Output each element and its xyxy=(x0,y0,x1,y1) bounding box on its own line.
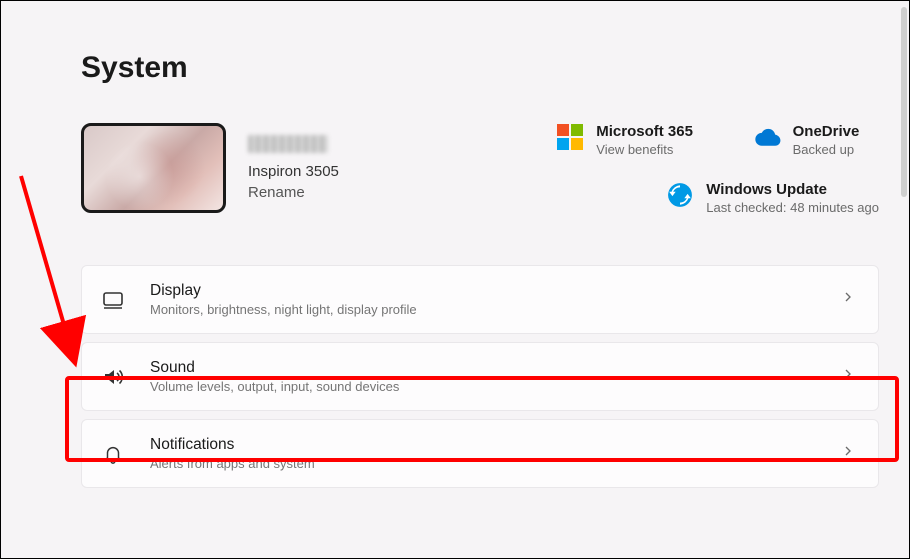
card-title: Sound xyxy=(150,359,816,377)
page-title: System xyxy=(81,51,879,85)
settings-list: Display Monitors, brightness, night ligh… xyxy=(81,265,879,488)
notifications-icon xyxy=(100,441,126,467)
tile-windows-update[interactable]: Windows Update Last checked: 48 minutes … xyxy=(666,181,879,215)
device-thumbnail[interactable] xyxy=(81,123,226,213)
card-sub: Volume levels, output, input, sound devi… xyxy=(150,379,816,394)
card-sound[interactable]: Sound Volume levels, output, input, soun… xyxy=(81,342,879,411)
status-tiles: Microsoft 365 View benefits OneDrive Bac… xyxy=(556,123,879,215)
card-sub: Monitors, brightness, night light, displ… xyxy=(150,302,816,317)
chevron-right-icon xyxy=(840,443,856,464)
device-info: Inspiron 3505 Rename xyxy=(248,135,339,201)
windows-update-icon xyxy=(666,181,694,209)
tile-title: Windows Update xyxy=(706,181,879,198)
chevron-right-icon xyxy=(840,366,856,387)
scrollbar-thumb[interactable] xyxy=(901,7,907,197)
onedrive-icon xyxy=(753,123,781,151)
card-sub: Alerts from apps and system xyxy=(150,456,816,471)
card-display[interactable]: Display Monitors, brightness, night ligh… xyxy=(81,265,879,334)
top-row: Inspiron 3505 Rename Microsoft 365 View … xyxy=(81,123,879,215)
display-icon xyxy=(100,287,126,313)
tile-sub: View benefits xyxy=(596,142,693,157)
chevron-right-icon xyxy=(840,289,856,310)
tile-sub: Last checked: 48 minutes ago xyxy=(706,200,879,215)
rename-link[interactable]: Rename xyxy=(248,184,339,201)
microsoft-logo-icon xyxy=(556,123,584,151)
tile-onedrive[interactable]: OneDrive Backed up xyxy=(753,123,879,157)
card-title: Display xyxy=(150,282,816,300)
device-name-redacted xyxy=(248,135,328,153)
sound-icon xyxy=(100,364,126,390)
tile-title: OneDrive xyxy=(793,123,860,140)
device-model: Inspiron 3505 xyxy=(248,163,339,180)
card-notifications[interactable]: Notifications Alerts from apps and syste… xyxy=(81,419,879,488)
device-block: Inspiron 3505 Rename xyxy=(81,123,339,213)
tile-microsoft-365[interactable]: Microsoft 365 View benefits xyxy=(556,123,712,157)
tile-sub: Backed up xyxy=(793,142,860,157)
card-title: Notifications xyxy=(150,436,816,454)
tile-title: Microsoft 365 xyxy=(596,123,693,140)
